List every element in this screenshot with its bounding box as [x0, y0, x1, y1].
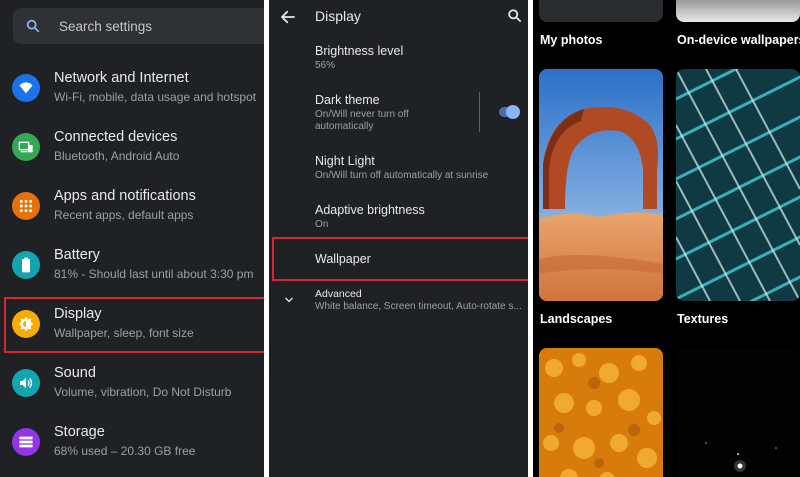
category-label-landscapes: Landscapes	[540, 312, 613, 326]
night-sky-tile[interactable]	[676, 348, 800, 477]
item-subtitle: On	[315, 219, 329, 230]
divider	[479, 92, 480, 132]
my-photos-thumbnail[interactable]	[539, 0, 663, 22]
apps-icon	[12, 192, 40, 220]
bokeh-image	[539, 348, 663, 477]
settings-item-title: Network and Internet	[54, 70, 189, 86]
settings-item-subtitle: Volume, vibration, Do Not Disturb	[54, 385, 232, 399]
settings-item-title: Sound	[54, 365, 96, 381]
settings-item-title: Connected devices	[54, 129, 178, 145]
item-title: Advanced	[315, 288, 362, 300]
bokeh-tile[interactable]	[539, 348, 663, 477]
settings-item-battery[interactable]: Battery 81% - Should last until about 3:…	[0, 243, 264, 302]
on-device-wallpapers-thumbnail[interactable]	[676, 0, 800, 22]
page-title: Display	[315, 8, 361, 24]
back-arrow-icon[interactable]	[279, 8, 297, 26]
category-label-my-photos: My photos	[540, 33, 603, 47]
item-subtitle: 56%	[315, 60, 336, 71]
devices-icon	[12, 133, 40, 161]
item-title: Night Light	[315, 154, 375, 168]
dark-theme-toggle[interactable]	[499, 105, 520, 119]
volume-icon	[12, 369, 40, 397]
item-subtitle: White balance, Screen timeout, Auto-rota…	[315, 301, 522, 312]
category-label-on-device: On-device wallpapers	[677, 33, 800, 47]
chevron-down-icon	[285, 297, 293, 303]
category-label-textures: Textures	[677, 312, 729, 326]
settings-item-title: Storage	[54, 424, 105, 440]
battery-icon	[12, 251, 40, 279]
landscape-image	[539, 69, 663, 301]
display-header: Display	[269, 0, 528, 34]
wifi-icon	[12, 74, 40, 102]
storage-icon	[12, 428, 40, 456]
settings-item-subtitle: 81% - Should last until about 3:30 pm	[54, 267, 254, 281]
settings-item-subtitle: Recent apps, default apps	[54, 208, 194, 222]
landscapes-tile[interactable]	[539, 69, 663, 301]
item-title: Adaptive brightness	[315, 203, 425, 217]
settings-item-network[interactable]: Network and Internet Wi-Fi, mobile, data…	[0, 66, 264, 125]
search-settings-bar[interactable]: Search settings	[13, 8, 264, 44]
toggle-knob	[506, 105, 520, 119]
night-sky-image	[676, 348, 800, 477]
item-title: Brightness level	[315, 44, 404, 58]
search-icon[interactable]	[507, 8, 522, 23]
textures-tile[interactable]	[676, 69, 800, 301]
settings-panel: Search settings Network and Internet Wi-…	[0, 0, 264, 477]
settings-item-connected-devices[interactable]: Connected devices Bluetooth, Android Aut…	[0, 125, 264, 184]
wallpaper-highlight-box	[272, 237, 528, 281]
search-icon	[26, 19, 40, 33]
settings-item-apps[interactable]: Apps and notifications Recent apps, defa…	[0, 184, 264, 243]
settings-item-subtitle: Bluetooth, Android Auto	[54, 149, 180, 163]
settings-item-subtitle: 68% used – 20.30 GB free	[54, 444, 196, 458]
item-title: Dark theme	[315, 93, 380, 107]
search-placeholder: Search settings	[59, 19, 153, 34]
settings-item-title: Apps and notifications	[54, 188, 196, 204]
settings-item-subtitle: Wi-Fi, mobile, data usage and hotspot	[54, 90, 257, 104]
settings-item-title: Battery	[54, 247, 100, 263]
settings-item-sound[interactable]: Sound Volume, vibration, Do Not Disturb	[0, 361, 264, 420]
display-highlight-box	[4, 297, 264, 353]
display-panel: Display Brightness level 56% Dark theme …	[269, 0, 528, 477]
item-subtitle: On/Will turn off automatically at sunris…	[315, 170, 489, 181]
item-subtitle: On/Will never turn off automatically	[315, 109, 409, 132]
settings-item-storage[interactable]: Storage 68% used – 20.30 GB free	[0, 420, 264, 477]
wallpapers-panel: My photos On-device wallpapers Landscape…	[533, 0, 800, 477]
texture-image	[676, 69, 800, 301]
